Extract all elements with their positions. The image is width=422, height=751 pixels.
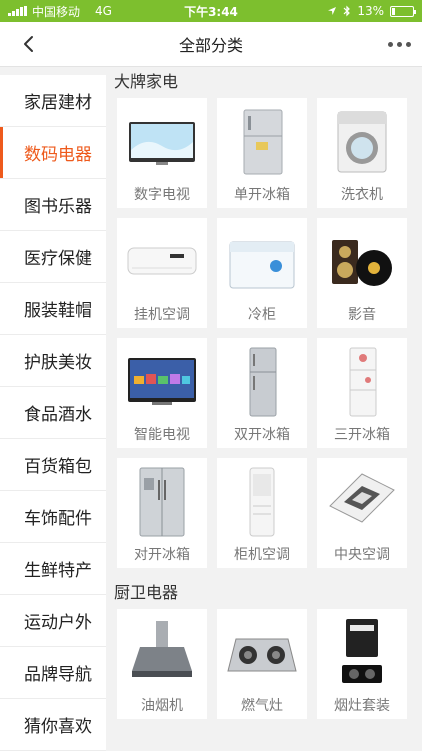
product-card[interactable]: 油烟机 [117,609,207,719]
sidebar-item[interactable]: 护肤美妆 [0,335,106,387]
sidebar-item[interactable]: 生鲜特产 [0,543,106,595]
sidebar-item-label: 护肤美妆 [24,353,92,373]
section-kitchen: 厨卫电器 油烟机 燃气灶 烟灶套装 [106,578,422,719]
bluetooth-icon [343,5,351,17]
product-label: 柜机空调 [234,547,290,563]
sidebar-item[interactable]: 运动户外 [0,595,106,647]
sidebar-item[interactable]: 猜你喜欢 [0,699,106,751]
chevron-left-icon [24,36,33,52]
smart-tv-icon [126,346,198,418]
product-label: 双开冰箱 [234,427,290,443]
category-content: 大牌家电 数字电视 单开冰箱 洗衣机挂机空调 冷柜 影音智能电视 双开冰箱 三开冰箱对开冰箱… [106,67,422,750]
floor-ac-icon [226,466,298,538]
more-dot-icon [405,41,411,47]
product-label: 对开冰箱 [134,547,190,563]
triple-fridge-icon [326,346,398,418]
product-label: 燃气灶 [241,698,283,714]
sidebar-item[interactable]: 家居建材 [0,75,106,127]
page-title: 全部分类 [178,36,243,55]
ceiling-ac-icon [326,466,398,538]
sidebar-item[interactable]: 食品酒水 [0,387,106,439]
tv-icon [126,106,198,178]
sidebar-item-label: 数码电器 [24,145,92,165]
sidebar-item-label: 家居建材 [24,93,92,113]
speaker-icon [326,226,398,298]
gas-stove-icon [226,617,298,689]
sidebar-item[interactable]: 医疗保健 [0,231,106,283]
status-left: 中国移动 4G [8,3,158,20]
product-card[interactable]: 三开冰箱 [317,338,407,448]
more-dot-icon [396,41,402,47]
sidebar-item[interactable]: 品牌导航 [0,647,106,699]
product-label: 烟灶套装 [334,698,390,714]
product-label: 洗衣机 [341,187,383,203]
sidebar-item[interactable]: 车饰配件 [0,491,106,543]
product-card[interactable]: 影音 [317,218,407,328]
section-appliances: 大牌家电 数字电视 单开冰箱 洗衣机挂机空调 冷柜 影音智能电视 双开冰箱 三开冰箱对开冰箱… [106,67,422,568]
sidebar-item-label: 服装鞋帽 [24,301,92,321]
category-sidebar: 家居建材数码电器图书乐器医疗保健服装鞋帽护肤美妆食品酒水百货箱包车饰配件生鲜特产… [0,75,106,751]
washing-machine-icon [326,106,398,178]
status-bar: 中国移动 4G 下午3:44 13% [0,0,422,22]
section-title: 厨卫电器 [114,583,179,602]
battery-icon [390,5,416,17]
product-card[interactable]: 智能电视 [117,338,207,448]
sidebar-item-label: 图书乐器 [24,197,92,217]
product-grid: 数字电视 单开冰箱 洗衣机挂机空调 冷柜 影音智能电视 双开冰箱 三开冰箱对开冰箱 柜机空调 中… [106,98,422,568]
sidebar-item[interactable]: 数码电器 [0,127,106,179]
back-button[interactable] [16,32,40,56]
product-card[interactable]: 双开冰箱 [217,338,307,448]
network-label: 4G [95,4,112,18]
product-card[interactable]: 柜机空调 [217,458,307,568]
sidebar-item-label: 食品酒水 [24,405,92,425]
product-label: 影音 [348,307,376,323]
product-card[interactable]: 数字电视 [117,98,207,208]
product-label: 油烟机 [141,698,183,714]
range-hood-icon [126,617,198,689]
sidebar-item-label: 运动户外 [24,613,92,633]
wall-ac-icon [126,226,198,298]
status-time: 下午3:44 [184,4,238,19]
product-card[interactable]: 对开冰箱 [117,458,207,568]
product-label: 数字电视 [134,187,190,203]
product-card[interactable]: 烟灶套装 [317,609,407,719]
carrier-label: 中国移动 [32,4,81,19]
sidebar-item-label: 品牌导航 [24,665,92,685]
product-label: 中央空调 [334,547,390,563]
single-fridge-icon [226,106,298,178]
product-label: 单开冰箱 [234,187,290,203]
product-label: 智能电视 [134,427,190,443]
product-label: 冷柜 [248,307,276,323]
product-card[interactable]: 中央空调 [317,458,407,568]
chest-freezer-icon [226,226,298,298]
double-fridge-icon [226,346,298,418]
sidebar-item[interactable]: 服装鞋帽 [0,283,106,335]
sidebar-item[interactable]: 百货箱包 [0,439,106,491]
more-button[interactable] [382,32,416,56]
nav-bar: 全部分类 [0,22,422,67]
sidebar-item-label: 百货箱包 [24,457,92,477]
side-by-side-fridge-icon [126,466,198,538]
sidebar-item-label: 医疗保健 [24,249,92,269]
sidebar-item[interactable]: 图书乐器 [0,179,106,231]
sidebar-item-label: 猜你喜欢 [24,717,92,737]
battery-fill [392,7,395,15]
product-card[interactable]: 单开冰箱 [217,98,307,208]
location-icon [328,7,337,15]
product-label: 三开冰箱 [334,427,390,443]
sidebar-item-label: 生鲜特产 [24,561,92,581]
product-card[interactable]: 燃气灶 [217,609,307,719]
section-title: 大牌家电 [114,72,179,91]
product-card[interactable]: 冷柜 [217,218,307,328]
product-label: 挂机空调 [134,307,190,323]
battery-percent: 13% [357,4,384,18]
product-card[interactable]: 挂机空调 [117,218,207,328]
signal-icon [8,6,27,16]
product-card[interactable]: 洗衣机 [317,98,407,208]
hood-stove-set-icon [326,617,398,689]
product-grid: 油烟机 燃气灶 烟灶套装 [106,609,422,719]
more-dot-icon [387,41,393,47]
sidebar-item-label: 车饰配件 [24,509,92,529]
status-right: 13% [264,4,416,18]
